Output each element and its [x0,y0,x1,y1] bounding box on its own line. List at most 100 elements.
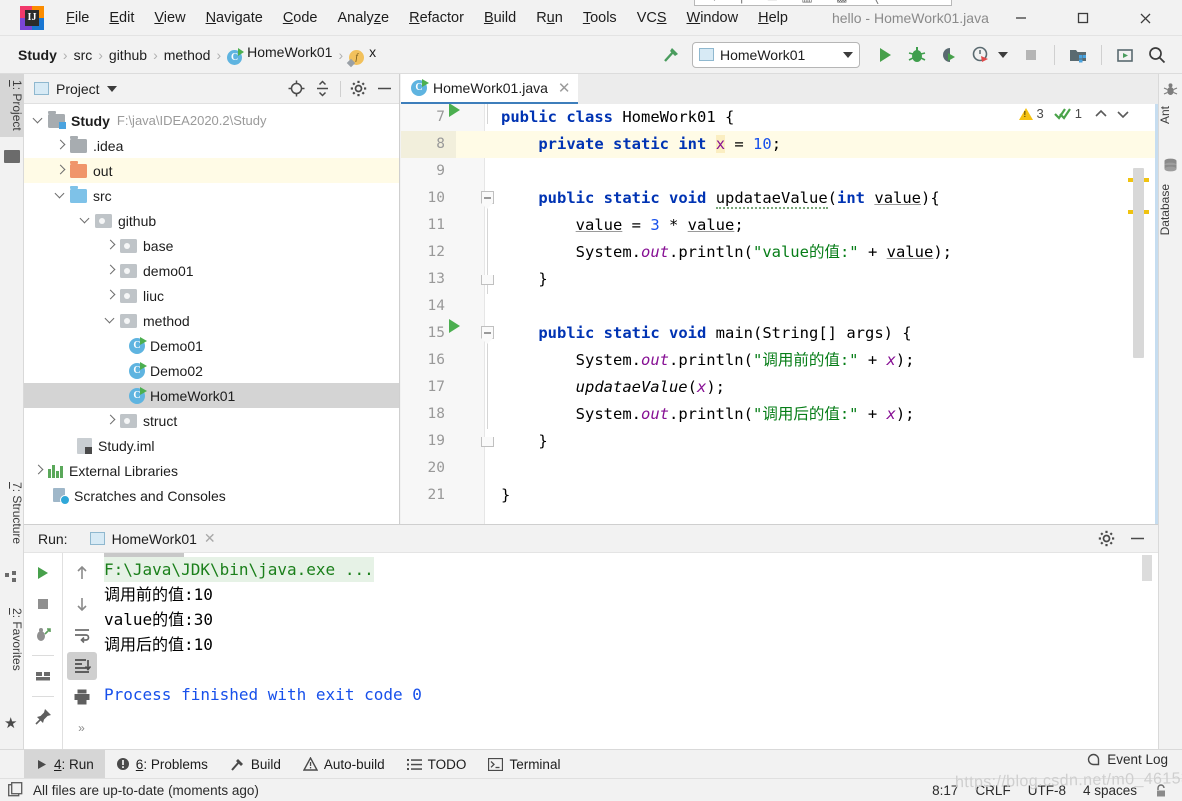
chevron-right-icon[interactable] [32,464,45,477]
rerun-icon[interactable] [28,559,58,587]
console-vertical-scrollbar[interactable] [1142,555,1152,581]
menu-code[interactable]: Code [273,0,328,36]
code-editor[interactable]: 7 public class HomeWork01 { 8 private st… [401,104,1158,524]
collapse-all-icon[interactable] [314,80,331,97]
sidebar-item-database[interactable]: Database [1158,178,1182,241]
editor-tab-homework01[interactable]: C HomeWork01.java ✕ [401,74,579,104]
chevron-right-icon[interactable] [104,239,117,252]
menu-build[interactable]: Build [474,0,526,36]
pin-tab-icon[interactable] [28,703,58,731]
chevron-right-icon[interactable] [104,264,117,277]
tree-row-out[interactable]: out [24,158,399,183]
run-tab-homework01[interactable]: HomeWork01 ✕ [89,530,216,547]
breadcrumb-src[interactable]: src [70,47,97,63]
run-gutter-icon[interactable] [449,104,465,126]
menu-view[interactable]: View [144,0,195,36]
bottom-tab-auto-build[interactable]: Auto-build [292,750,396,779]
soft-wrap-icon[interactable] [67,621,97,649]
window-minimize-button[interactable] [998,0,1044,36]
chevron-right-icon[interactable] [104,414,117,427]
scroll-to-end-icon[interactable] [66,652,97,680]
sidebar-item-favorites[interactable]: 2: Favorites [0,602,24,677]
breadcrumb-homework01[interactable]: C HomeWork01 [223,44,336,65]
close-icon[interactable]: ✕ [204,530,216,547]
fold-end-marker-icon[interactable] [481,275,494,285]
tree-row-external-libraries[interactable]: External Libraries [24,458,399,483]
tree-row-struct[interactable]: struct [24,408,399,433]
tree-row-idea[interactable]: .idea [24,133,399,158]
profiler-chevron-down-icon[interactable] [998,51,1008,58]
tree-row-base[interactable]: base [24,233,399,258]
run-configuration-selector[interactable]: HomeWork01 [692,41,860,68]
tree-row-demo01-pkg[interactable]: demo01 [24,258,399,283]
project-structure-button[interactable] [1063,40,1093,70]
tree-row-study[interactable]: Study F:\java\IDEA2020.2\Study [24,108,399,133]
fold-end-marker-icon[interactable] [481,437,494,447]
print-icon[interactable] [67,683,97,711]
previous-problem-icon[interactable] [1094,108,1108,120]
chevron-down-icon[interactable] [32,114,45,127]
window-close-button[interactable] [1122,0,1168,36]
chevron-right-icon[interactable] [54,164,67,177]
indent-setting[interactable]: 4 spaces [1083,783,1137,798]
close-icon[interactable]: ✕ [558,79,571,97]
menu-edit[interactable]: Edit [99,0,144,36]
run-with-coverage-button[interactable] [934,40,964,70]
breadcrumb-github[interactable]: github [105,47,151,63]
file-encoding[interactable]: UTF-8 [1028,783,1066,798]
tree-row-study-iml[interactable]: Study.iml [24,433,399,458]
inspection-widget[interactable]: 3 1 [1018,106,1130,121]
menu-run[interactable]: Run [526,0,573,36]
read-only-icon[interactable] [1154,783,1170,798]
breadcrumb-study[interactable]: Study [14,47,61,63]
chevron-down-icon[interactable] [79,214,92,227]
tree-row-scratches[interactable]: Scratches and Consoles [24,483,399,508]
breadcrumb-field-x[interactable]: fx [345,44,380,65]
menu-vcs[interactable]: VCS [627,0,677,36]
next-problem-icon[interactable] [1116,108,1130,120]
build-hammer-icon[interactable] [656,40,686,70]
sidebar-item-structure[interactable]: 7: Structure [0,476,24,550]
profiler-button[interactable] [966,40,996,70]
breadcrumb-method[interactable]: method [160,47,215,63]
tree-row-liuc[interactable]: liuc [24,283,399,308]
run-method-gutter-icon[interactable] [449,319,465,342]
tree-row-method[interactable]: method [24,308,399,333]
bottom-tab-build[interactable]: Build [219,750,292,779]
menu-analyze[interactable]: Analyze [328,0,400,36]
console-output[interactable]: F:\Java\JDK\bin\java.exe ... 调用前的值:10 va… [104,553,1136,749]
window-maximize-button[interactable] [1060,0,1106,36]
stop-icon[interactable] [28,590,58,618]
search-everywhere-icon[interactable] [1142,40,1172,70]
sidebar-item-project[interactable]: 1: Project [0,74,24,137]
locate-icon[interactable] [288,80,305,97]
run-button[interactable] [870,40,900,70]
editor-scrollbar[interactable] [1133,168,1144,358]
settings-gear-icon[interactable] [350,80,367,97]
chevron-down-icon[interactable] [104,314,117,327]
event-log-button[interactable]: Event Log [1086,752,1168,767]
menu-file[interactable]: FFileile [56,0,99,36]
update-running-application-button[interactable] [1110,40,1140,70]
caret-position[interactable]: 8:17 [932,783,958,798]
bottom-tab-terminal[interactable]: Terminal [477,750,571,779]
tree-row-homework01[interactable]: C HomeWork01 [24,383,399,408]
bottom-tab-run[interactable]: 4: Run [24,749,105,779]
menu-refactor[interactable]: Refactor [399,0,474,36]
down-icon[interactable] [67,590,97,618]
menu-tools[interactable]: Tools [573,0,627,36]
chevron-right-icon[interactable] [54,139,67,152]
chevron-right-icon[interactable] [104,289,117,302]
tree-row-src[interactable]: src [24,183,399,208]
hide-icon[interactable] [1129,530,1146,547]
fold-marker-icon[interactable] [481,326,494,344]
tree-row-demo02[interactable]: C Demo02 [24,358,399,383]
sidebar-item-ant[interactable]: Ant [1158,100,1182,130]
bottom-tab-todo[interactable]: TODO [396,750,478,779]
stop-button[interactable] [1016,40,1046,70]
debug-button[interactable] [902,40,932,70]
chevron-down-icon[interactable] [106,85,117,92]
tree-row-demo01[interactable]: C Demo01 [24,333,399,358]
layout-settings-icon[interactable] [28,662,58,690]
settings-gear-icon[interactable] [1098,530,1115,547]
